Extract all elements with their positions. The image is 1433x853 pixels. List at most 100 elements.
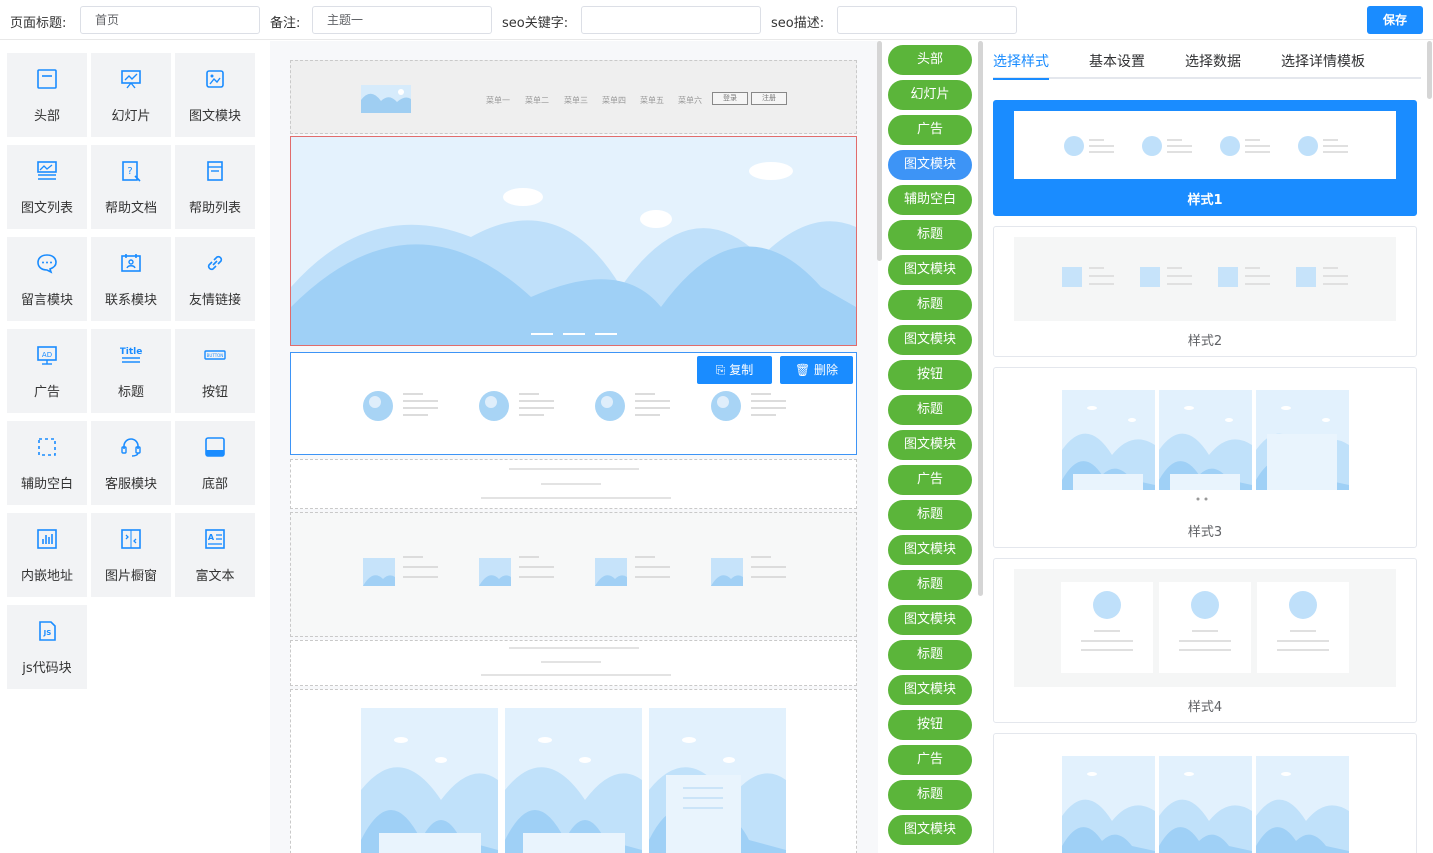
- tab-select-data[interactable]: 选择数据: [1185, 51, 1241, 71]
- seo-desc-label: seo描述:: [771, 16, 825, 31]
- module-tag-image-module[interactable]: 图文模块: [888, 675, 972, 705]
- palette-item-label: 富文本: [195, 569, 235, 584]
- style-option-1[interactable]: 样式1: [993, 100, 1417, 216]
- canvas-image-module[interactable]: [290, 512, 857, 637]
- module-tag-image-module[interactable]: 图文模块: [888, 255, 972, 285]
- header-icon: [37, 69, 57, 89]
- module-tag-title[interactable]: 标题: [888, 500, 972, 530]
- svg-text:AD: AD: [42, 351, 52, 359]
- seo-keywords-input[interactable]: [581, 6, 761, 34]
- richtext-icon: A: [205, 529, 225, 549]
- style-option-2[interactable]: 样式2: [993, 226, 1417, 357]
- module-tag-list: 头部 幻灯片 广告 图文模块 辅助空白 标题 图文模块 标题 图文模块 按钮 标…: [882, 41, 978, 853]
- module-tag-image-module[interactable]: 图文模块: [888, 325, 972, 355]
- headset-icon: [121, 438, 141, 457]
- module-tag-image-module[interactable]: 图文模块: [888, 815, 972, 845]
- module-tag-ad[interactable]: 广告: [888, 465, 972, 495]
- module-tag-header[interactable]: 头部: [888, 45, 972, 75]
- canvas-slideshow-block[interactable]: [290, 136, 857, 346]
- module-tag-image-module[interactable]: 图文模块: [888, 430, 972, 460]
- style-option-4[interactable]: 样式4: [993, 558, 1417, 723]
- palette-item-image-module[interactable]: 图文模块: [175, 53, 255, 137]
- palette-item-richtext[interactable]: A 富文本: [175, 513, 255, 597]
- svg-text:?: ?: [127, 166, 132, 177]
- palette-item-ad[interactable]: AD 广告: [7, 329, 87, 413]
- module-tag-title[interactable]: 标题: [888, 395, 972, 425]
- palette-item-label: 广告: [33, 385, 60, 400]
- title-placeholder-line: [509, 468, 639, 470]
- palette-item-image-list[interactable]: 图文列表: [7, 145, 87, 229]
- style-3-label: 样式3: [1187, 525, 1223, 540]
- palette-item-help-doc[interactable]: ? 帮助文档: [91, 145, 171, 229]
- style-panel: 选择样式 基本设置 选择数据 选择详情模板 样式1 样式2 样式3 样式4: [983, 41, 1433, 853]
- tab-basic-settings[interactable]: 基本设置: [1089, 51, 1145, 71]
- palette-item-gallery[interactable]: 图片橱窗: [91, 513, 171, 597]
- copy-button[interactable]: ⎘ 复制: [697, 356, 772, 384]
- palette-item-label: 友情链接: [188, 293, 241, 308]
- remark-label: 备注:: [270, 16, 301, 31]
- module-tag-button[interactable]: 按钮: [888, 360, 972, 390]
- message-icon: [37, 254, 57, 274]
- style-4-label: 样式4: [1187, 700, 1223, 715]
- palette-item-label: 按钮: [201, 385, 228, 400]
- component-palette: 头部 幻灯片 图文模块 图文列表 ? 帮助文档 帮助列表 留言模块 联系模块 友…: [0, 41, 270, 853]
- palette-item-contact[interactable]: 联系模块: [91, 237, 171, 321]
- canvas-title-block[interactable]: [290, 459, 857, 509]
- style-panel-scrollbar[interactable]: [1427, 41, 1432, 99]
- canvas-menu-item: 菜单五: [640, 96, 664, 105]
- remark-input[interactable]: 主题一: [312, 6, 492, 34]
- tab-detail-template[interactable]: 选择详情模板: [1281, 51, 1365, 71]
- module-tag-ad[interactable]: 广告: [888, 115, 972, 145]
- palette-item-message[interactable]: 留言模块: [7, 237, 87, 321]
- module-tag-title[interactable]: 标题: [888, 780, 972, 810]
- palette-item-label: js代码块: [22, 661, 72, 676]
- palette-item-embed[interactable]: 内嵌地址: [7, 513, 87, 597]
- palette-item-slideshow[interactable]: 幻灯片: [91, 53, 171, 137]
- logo-placeholder-icon: [361, 85, 411, 113]
- palette-item-friend-link[interactable]: 友情链接: [175, 237, 255, 321]
- module-tag-image-module[interactable]: 图文模块: [888, 535, 972, 565]
- copy-icon: ⎘: [715, 363, 730, 377]
- module-tag-title[interactable]: 标题: [888, 570, 972, 600]
- palette-item-label: 头部: [33, 109, 60, 124]
- module-tag-image-module-active[interactable]: 图文模块: [888, 150, 972, 180]
- module-tag-image-module[interactable]: 图文模块: [888, 605, 972, 635]
- svg-text:JS: JS: [43, 629, 52, 637]
- tab-select-style[interactable]: 选择样式: [993, 51, 1049, 71]
- canvas-title-block[interactable]: [290, 640, 857, 686]
- style-option-3[interactable]: 样式3: [993, 367, 1417, 548]
- active-tab-indicator: [993, 78, 1049, 80]
- page-canvas: 菜单一 菜单二 菜单三 菜单四 菜单五 菜单六 登录 注册 ⎘ 复制 🗑 删除: [270, 41, 878, 853]
- palette-item-footer[interactable]: 底部: [175, 421, 255, 505]
- module-tag-title[interactable]: 标题: [888, 290, 972, 320]
- style-3-preview: [1062, 390, 1349, 501]
- palette-item-button[interactable]: BUTTON 按钮: [175, 329, 255, 413]
- palette-item-title[interactable]: Title 标题: [91, 329, 171, 413]
- module-tag-title[interactable]: 标题: [888, 220, 972, 250]
- palette-item-blank[interactable]: 辅助空白: [7, 421, 87, 505]
- page-title-input[interactable]: 首页: [80, 6, 260, 34]
- help-doc-icon: ?: [122, 161, 141, 182]
- module-tag-button[interactable]: 按钮: [888, 710, 972, 740]
- module-tag-blank[interactable]: 辅助空白: [888, 185, 972, 215]
- module-tag-slideshow[interactable]: 幻灯片: [888, 80, 972, 110]
- seo-desc-input[interactable]: [837, 6, 1017, 34]
- image-module-illustration: [363, 391, 786, 421]
- palette-item-customer-service[interactable]: 客服模块: [91, 421, 171, 505]
- module-tag-title[interactable]: 标题: [888, 640, 972, 670]
- palette-item-help-list[interactable]: 帮助列表: [175, 145, 255, 229]
- canvas-gallery-block[interactable]: [290, 689, 857, 853]
- save-button[interactable]: 保存: [1367, 6, 1423, 34]
- palette-item-header[interactable]: 头部: [7, 53, 87, 137]
- delete-button[interactable]: 🗑 删除: [780, 356, 853, 384]
- canvas-menu-item: 菜单一: [486, 96, 510, 105]
- canvas-menu-item: 菜单二: [525, 96, 549, 105]
- title-placeholder-line: [509, 647, 639, 649]
- style-option-5[interactable]: [993, 733, 1417, 853]
- style-2-label: 样式2: [1187, 334, 1223, 349]
- canvas-header-block[interactable]: 菜单一 菜单二 菜单三 菜单四 菜单五 菜单六 登录 注册: [290, 60, 857, 134]
- palette-item-js-code[interactable]: JS js代码块: [7, 605, 87, 689]
- module-tag-ad[interactable]: 广告: [888, 745, 972, 775]
- title-icon: Title: [120, 347, 142, 363]
- canvas-image-module-selected[interactable]: ⎘ 复制 🗑 删除: [290, 352, 857, 455]
